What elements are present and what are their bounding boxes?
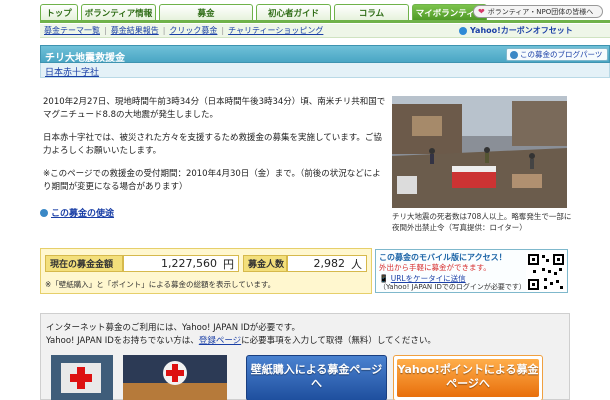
yahoo-carbon-offset-link[interactable]: Yahoo!カーボンオフセット (459, 25, 573, 36)
id-required-text: インターネット募金のご利用には、Yahoo! JAPAN IDが必要です。 (46, 323, 300, 333)
tab-column[interactable]: コラム (334, 4, 409, 20)
arrow-icon (510, 50, 518, 59)
totals-note: ※「壁紙購入」と「ポイント」による募金の総額を表示しています。 (45, 280, 276, 289)
amount-value-box: 1,227,560 円 (123, 255, 239, 272)
organization-link[interactable]: 日本赤十字社 (45, 65, 99, 78)
usage-link[interactable]: この募金の使途 (40, 206, 114, 219)
earthquake-photo (392, 96, 567, 208)
tab-top[interactable]: トップ (40, 4, 78, 20)
page-title-bar: チリ大地震救援金 この募金のブログパーツ (40, 45, 610, 64)
red-cross-photo-thumbnail (123, 355, 227, 400)
nav-divider (40, 20, 610, 23)
heart-icon: ❤ (478, 7, 485, 16)
description-paragraph-1: 2010年2月27日、現地時間午前3時34分（日本時間午後3時34分）頃、南米チ… (43, 97, 386, 120)
subnav-theme-list[interactable]: 募金テーマ一覧 (44, 25, 100, 36)
register-text: Yahoo! JAPAN IDをお持ちでない方は、登録ページに必要事項を入力して… (46, 336, 436, 346)
tab-volunteer-info[interactable]: ボランティア情報 (81, 4, 156, 20)
page-title: チリ大地震救援金 (45, 53, 125, 64)
id-required-box: インターネット募金のご利用には、Yahoo! JAPAN IDが必要です。 Ya… (40, 313, 570, 400)
description-paragraph-2: 日本赤十字社では、被災された方々を支援するため救援金の募集を実施しています。ご協… (43, 133, 382, 156)
register-link[interactable]: 登録ページ (199, 336, 241, 346)
arrow-icon (40, 208, 48, 217)
globe-icon (459, 26, 467, 35)
description: 2010年2月27日、現地時間午前3時34分（日本時間午後3時34分）頃、南米チ… (43, 96, 388, 204)
mobile-access-box: この募金のモバイル版にアクセス！ 外出から手軽に募金ができます。 📱 URLをケ… (375, 249, 568, 293)
volunteer-npo-link[interactable]: ❤ ボランティア・NPO団体の皆様へ (473, 5, 603, 18)
tab-beginner-guide[interactable]: 初心者ガイド (256, 4, 331, 20)
donor-count-label: 募金人数 (243, 255, 287, 272)
description-paragraph-3: ※このページでの救援金の受付期間：2010年4月30日（金）まで。（前後の状況な… (43, 169, 381, 192)
amount-value: 1,227,560 (161, 257, 217, 270)
qr-code-icon (526, 252, 566, 292)
donor-count-unit: 人 (351, 257, 362, 271)
red-cross-thumbnail (51, 355, 113, 400)
donor-count-box: 2,982 人 (287, 255, 367, 272)
subnav-click-donation[interactable]: クリック募金 (169, 25, 217, 36)
top-nav: トップ ボランティア情報 募金 初心者ガイド コラム マイボランティア (40, 4, 490, 20)
donation-totals: 現在の募金金額 1,227,560 円 募金人数 2,982 人 ※「壁紙購入」… (40, 248, 372, 294)
amount-label: 現在の募金金額 (45, 255, 123, 272)
amount-unit: 円 (223, 257, 234, 271)
photo-caption: チリ大地震の死者数は708人以上。略奪発生で一部に夜間外出禁止令（写真提供：ロイ… (392, 212, 572, 232)
donor-count-value: 2,982 (313, 257, 346, 270)
organization-row: 日本赤十字社 (40, 63, 610, 78)
blog-parts-button[interactable]: この募金のブログパーツ (506, 48, 608, 61)
mobile-subtitle: 外出から手軽に募金ができます。 (379, 263, 491, 272)
mobile-note: （Yahoo! JAPAN IDでのログインが必要です） (379, 283, 526, 291)
points-donation-button[interactable]: Yahoo!ポイントによる募金ページへ (393, 355, 543, 400)
tab-donation[interactable]: 募金 (159, 4, 253, 20)
subnav-charity-shopping[interactable]: チャリティーショッピング (228, 25, 323, 36)
subnav-results[interactable]: 募金結果報告 (111, 25, 159, 36)
wallpaper-donation-button[interactable]: 壁紙購入による募金ページへ (246, 355, 387, 400)
